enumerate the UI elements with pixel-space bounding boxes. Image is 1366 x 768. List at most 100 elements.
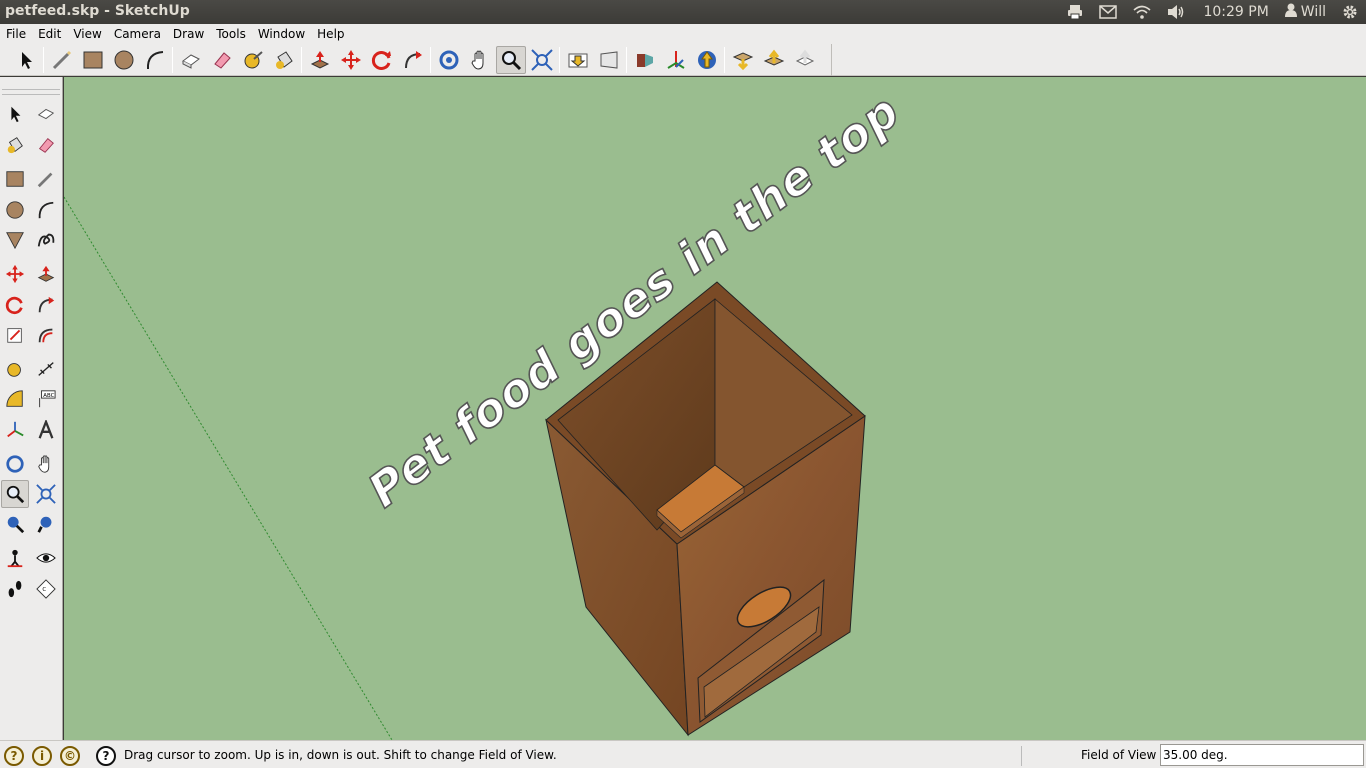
gear-icon[interactable]	[1334, 0, 1366, 24]
scale-icon[interactable]	[1, 321, 29, 349]
move-icon[interactable]	[336, 46, 366, 74]
toggle-terrain-icon[interactable]	[661, 46, 691, 74]
zoom-extents-icon[interactable]	[527, 46, 557, 74]
user-icon	[1284, 3, 1297, 21]
menu-help[interactable]: Help	[311, 24, 350, 44]
dimension-icon[interactable]	[32, 355, 60, 383]
rotate-icon[interactable]	[1, 291, 29, 319]
orbit-icon[interactable]	[1, 450, 29, 478]
zoom-icon[interactable]	[1, 480, 29, 508]
next-view-icon[interactable]	[594, 46, 624, 74]
pan-icon[interactable]	[465, 46, 495, 74]
previous-view-icon[interactable]	[32, 510, 60, 538]
tape-measure-icon[interactable]	[238, 46, 268, 74]
menu-edit[interactable]: Edit	[32, 24, 67, 44]
indicator-area: 10:29 PM Will	[1059, 0, 1366, 24]
share-model-icon[interactable]	[759, 46, 789, 74]
toolbar-separator	[172, 47, 173, 73]
toolbar-separator	[626, 47, 627, 73]
geo-location-icon[interactable]: ?	[4, 746, 24, 766]
freehand-icon[interactable]	[32, 226, 60, 254]
paint-bucket-icon[interactable]	[269, 46, 299, 74]
left-toolbar: ABC C	[0, 77, 63, 740]
clock-label[interactable]: 10:29 PM	[1195, 0, 1276, 24]
text-tool-icon[interactable]: ABC	[32, 385, 60, 413]
user-menu[interactable]: Will	[1277, 0, 1334, 24]
follow-me-icon[interactable]	[398, 46, 428, 74]
user-account-icon[interactable]: ©	[60, 746, 80, 766]
push-pull-icon[interactable]	[305, 46, 335, 74]
status-hint: Drag cursor to zoom. Up is in, down is o…	[124, 748, 557, 762]
system-top-panel: petfeed.skp - SketchUp 10:29 PM Will	[0, 0, 1366, 24]
pencil-line-icon[interactable]	[47, 46, 77, 74]
main-toolbar	[0, 44, 1366, 76]
menu-window[interactable]: Window	[252, 24, 311, 44]
status-divider	[1021, 746, 1022, 766]
axes-icon[interactable]	[1, 416, 29, 444]
eraser-icon[interactable]	[32, 131, 60, 159]
orbit-icon[interactable]	[434, 46, 464, 74]
eraser-icon[interactable]	[207, 46, 237, 74]
pencil-line-icon[interactable]	[32, 165, 60, 193]
make-component-icon[interactable]	[176, 46, 206, 74]
toolbar-separator	[559, 47, 560, 73]
window-title: petfeed.skp - SketchUp	[5, 3, 190, 19]
circle-icon[interactable]	[109, 46, 139, 74]
rotate-icon[interactable]	[367, 46, 397, 74]
green-axis-line	[64, 196, 393, 740]
scene-canvas[interactable]: Pet food goes in the top	[64, 77, 1366, 740]
follow-me-icon[interactable]	[32, 291, 60, 319]
svg-text:ABC: ABC	[43, 393, 54, 399]
menu-bar: File Edit View Camera Draw Tools Window …	[0, 24, 1366, 44]
push-pull-icon[interactable]	[32, 260, 60, 288]
get-models-icon[interactable]	[728, 46, 758, 74]
user-name: Will	[1300, 4, 1326, 20]
menu-view[interactable]: View	[67, 24, 107, 44]
model-viewport[interactable]: Pet food goes in the top	[64, 77, 1366, 740]
zoom-window-icon[interactable]	[1, 510, 29, 538]
preview-in-earth-icon[interactable]	[692, 46, 722, 74]
pan-icon[interactable]	[32, 450, 60, 478]
arc-icon[interactable]	[140, 46, 170, 74]
printer-icon[interactable]	[1059, 0, 1091, 24]
menu-tools[interactable]: Tools	[210, 24, 252, 44]
menu-file[interactable]: File	[0, 24, 32, 44]
menu-camera[interactable]: Camera	[108, 24, 167, 44]
toolbar-separator	[301, 47, 302, 73]
rectangle-icon[interactable]	[1, 165, 29, 193]
section-plane-icon[interactable]: C	[32, 575, 60, 603]
wifi-icon[interactable]	[1125, 0, 1159, 24]
make-component-icon[interactable]	[32, 100, 60, 128]
polygon-icon[interactable]	[1, 226, 29, 254]
rectangle-icon[interactable]	[78, 46, 108, 74]
fov-input[interactable]	[1160, 744, 1364, 766]
walk-icon[interactable]	[1, 575, 29, 603]
mail-icon[interactable]	[1091, 0, 1125, 24]
position-camera-icon[interactable]	[1, 544, 29, 572]
tape-measure-icon[interactable]	[1, 355, 29, 383]
offset-icon[interactable]	[32, 321, 60, 349]
paint-bucket-icon[interactable]	[1, 131, 29, 159]
add-location-icon[interactable]	[630, 46, 660, 74]
credits-icon[interactable]: i	[32, 746, 52, 766]
toolbar-grip[interactable]	[2, 89, 60, 95]
svg-text:C: C	[42, 587, 46, 593]
toolbar-separator	[724, 47, 725, 73]
move-icon[interactable]	[1, 260, 29, 288]
protractor-icon[interactable]	[1, 385, 29, 413]
help-icon[interactable]: ?	[96, 746, 116, 766]
select-icon[interactable]	[1, 100, 29, 128]
circle-icon[interactable]	[1, 196, 29, 224]
previous-view-icon[interactable]	[563, 46, 593, 74]
menu-draw[interactable]: Draw	[167, 24, 210, 44]
3d-text-icon[interactable]	[32, 416, 60, 444]
status-bar: ? i © ? Drag cursor to zoom. Up is in, d…	[0, 740, 1366, 768]
toolbar-separator	[430, 47, 431, 73]
arc-icon[interactable]	[32, 196, 60, 224]
volume-icon[interactable]	[1159, 0, 1195, 24]
share-component-icon[interactable]	[790, 46, 820, 74]
look-around-icon[interactable]	[32, 544, 60, 572]
select-icon[interactable]	[11, 46, 41, 74]
zoom-extents-icon[interactable]	[32, 480, 60, 508]
zoom-icon[interactable]	[495, 46, 526, 74]
